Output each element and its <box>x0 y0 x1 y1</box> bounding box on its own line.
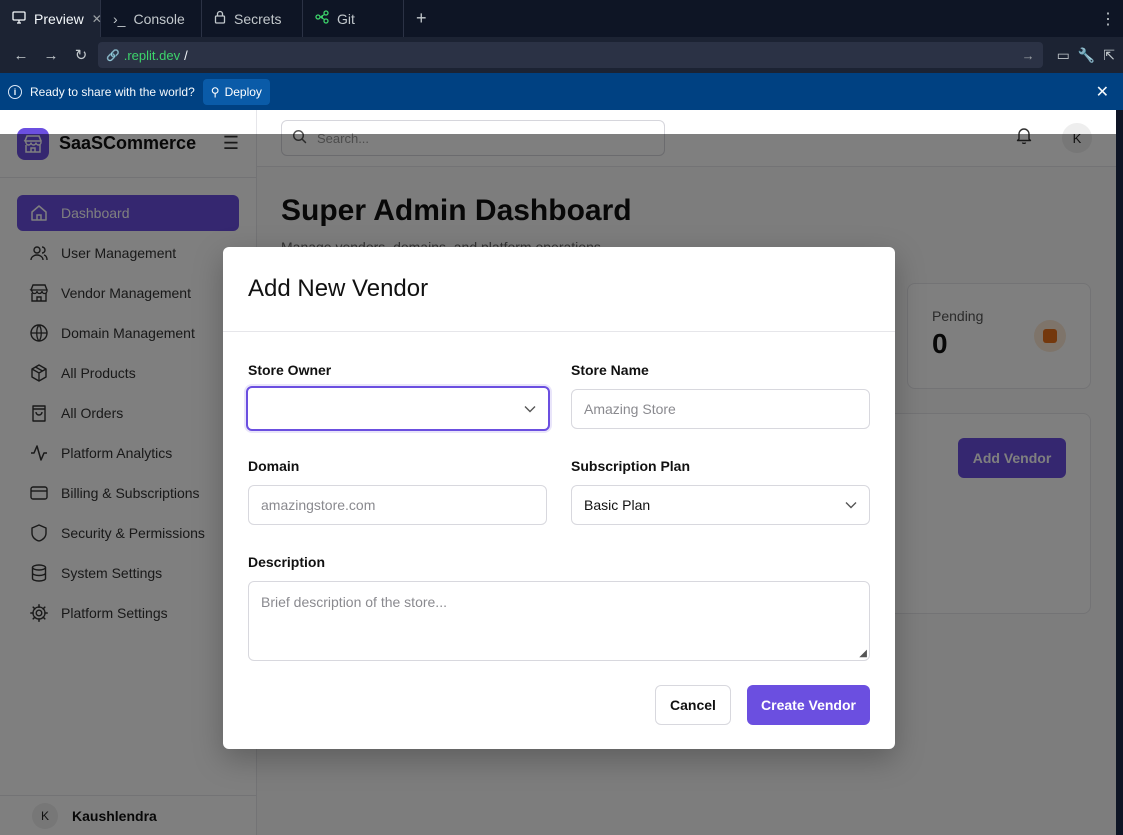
deploy-banner: i Ready to share with the world? ⚲ Deplo… <box>0 73 1123 110</box>
rocket-icon: ⚲ <box>210 84 220 99</box>
domain-placeholder: amazingstore.com <box>261 497 376 513</box>
wrench-icon[interactable]: 🔧 <box>1078 47 1095 64</box>
domain-input[interactable]: amazingstore.com <box>248 485 547 525</box>
url-path: / <box>184 47 188 63</box>
add-vendor-dialog: Add New Vendor Store Owner Store Name Am… <box>223 247 895 749</box>
close-icon[interactable]: ✕ <box>1096 82 1115 102</box>
monitor-icon <box>12 10 26 27</box>
terminal-icon: ›_ <box>113 10 126 27</box>
store-name-placeholder: Amazing Store <box>584 401 676 417</box>
more-options-icon[interactable]: ⋮ <box>1093 0 1123 37</box>
dialog-title: Add New Vendor <box>248 275 429 302</box>
url-domain: .replit.dev <box>123 47 181 63</box>
url-field[interactable]: 🔗 .replit.dev / → <box>98 42 1043 68</box>
store-name-input[interactable]: Amazing Store <box>571 389 870 429</box>
workspace-tab-bar: Preview ✕ ›_ Console Secrets Git + ⋮ <box>0 0 1123 37</box>
go-arrow-icon[interactable]: → <box>1022 48 1035 63</box>
chevron-down-icon <box>845 498 857 512</box>
subscription-plan-select[interactable]: Basic Plan <box>571 485 870 525</box>
scrollbar[interactable] <box>1116 110 1123 835</box>
tab-label: Git <box>337 10 355 27</box>
deploy-button[interactable]: ⚲ Deploy <box>202 78 270 105</box>
chevron-down-icon <box>524 402 536 416</box>
description-label: Description <box>248 554 326 570</box>
tab-label: Preview <box>34 10 84 27</box>
tab-label: Console <box>133 10 185 27</box>
create-vendor-button[interactable]: Create Vendor <box>747 685 870 725</box>
store-owner-label: Store Owner <box>248 362 332 378</box>
info-icon: i <box>8 84 22 99</box>
store-name-label: Store Name <box>571 362 649 378</box>
store-owner-select[interactable] <box>246 386 550 431</box>
subscription-plan-label: Subscription Plan <box>571 458 691 474</box>
banner-text: Ready to share with the world? <box>30 84 195 99</box>
lock-icon <box>214 10 226 27</box>
back-arrow-icon[interactable]: ← <box>8 42 34 68</box>
dialog-header: Add New Vendor <box>223 247 895 332</box>
devices-icon[interactable]: ▭ <box>1057 47 1070 64</box>
description-placeholder: Brief description of the store... <box>261 594 447 610</box>
forward-arrow-icon[interactable]: → <box>38 42 64 68</box>
new-tab-button[interactable]: + <box>404 0 439 37</box>
preview-url-bar: ← → ↻ 🔗 .replit.dev / → ▭ 🔧 ⇱ <box>0 37 1123 73</box>
tab-console[interactable]: ›_ Console <box>101 0 202 37</box>
link-icon: 🔗 <box>106 49 120 62</box>
resize-handle-icon[interactable]: ◢ <box>859 648 867 659</box>
deploy-label: Deploy <box>224 84 262 99</box>
cancel-button[interactable]: Cancel <box>655 685 731 725</box>
tab-label: Secrets <box>234 10 282 27</box>
git-icon <box>315 10 329 27</box>
tab-secrets[interactable]: Secrets <box>202 0 303 37</box>
tab-preview[interactable]: Preview ✕ <box>0 0 102 37</box>
plan-value: Basic Plan <box>584 497 651 513</box>
domain-label: Domain <box>248 458 300 474</box>
description-textarea[interactable]: Brief description of the store... ◢ <box>248 581 870 661</box>
tab-git[interactable]: Git <box>303 0 404 37</box>
open-external-icon[interactable]: ⇱ <box>1103 47 1115 64</box>
reload-icon[interactable]: ↻ <box>68 42 94 68</box>
